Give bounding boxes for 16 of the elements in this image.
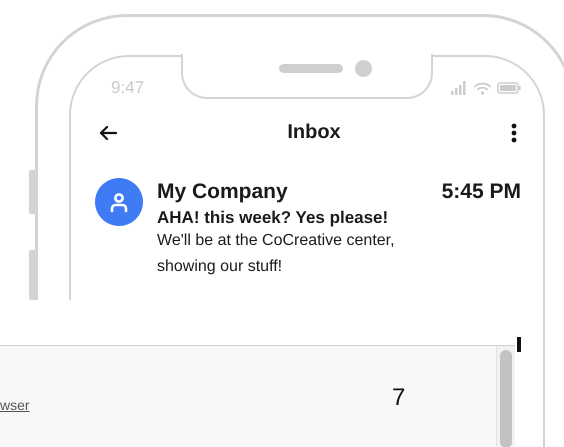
message-preview: We'll be at the CoCreative center, showing our stuff! bbox=[157, 231, 396, 277]
signal-icon bbox=[451, 81, 468, 95]
message-time: 5:45 PM bbox=[442, 180, 521, 204]
glyph-fragment bbox=[517, 337, 521, 352]
message-subject: AHA! this week? Yes please! bbox=[157, 208, 390, 228]
battery-icon bbox=[497, 82, 521, 94]
speaker-icon bbox=[279, 64, 343, 73]
message-sender: My Company bbox=[157, 180, 288, 204]
avatar-icon bbox=[95, 178, 143, 226]
back-arrow-icon[interactable] bbox=[99, 124, 117, 140]
number-text: 7 bbox=[392, 384, 406, 412]
screen-title: Inbox bbox=[287, 121, 341, 144]
scrollbar-thumb[interactable] bbox=[500, 350, 512, 447]
browser-link[interactable]: wser bbox=[0, 397, 30, 413]
more-options-icon[interactable] bbox=[511, 122, 517, 142]
wifi-icon bbox=[474, 82, 491, 94]
